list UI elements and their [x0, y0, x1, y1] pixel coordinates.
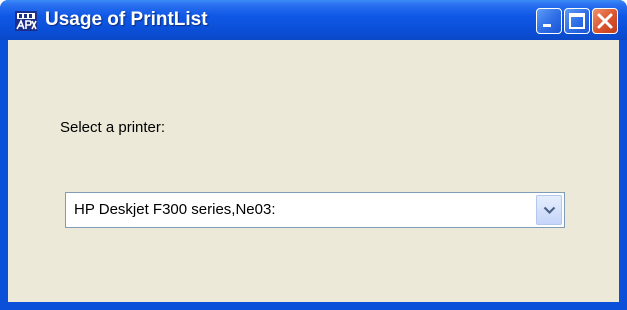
- maximize-button[interactable]: [564, 8, 590, 34]
- close-button[interactable]: [592, 8, 618, 34]
- title-bar[interactable]: Usage of PrintList: [0, 0, 627, 40]
- chevron-down-icon: [543, 206, 556, 215]
- printer-select-value: HP Deskjet F300 series,Ne03:: [74, 201, 276, 218]
- printer-select[interactable]: HP Deskjet F300 series,Ne03:: [65, 192, 565, 228]
- window-title: Usage of PrintList: [45, 9, 208, 30]
- app-icon: [15, 11, 37, 31]
- minimize-button[interactable]: [536, 8, 562, 34]
- printer-label: Select a printer:: [60, 119, 166, 136]
- maximize-icon: [569, 13, 585, 29]
- minimize-icon: [543, 24, 551, 27]
- dropdown-button[interactable]: [536, 195, 562, 225]
- close-icon: [597, 13, 613, 29]
- app-window: Usage of PrintList Select a printer: HP …: [0, 0, 627, 310]
- dialog-body: Select a printer: HP Deskjet F300 series…: [8, 40, 619, 302]
